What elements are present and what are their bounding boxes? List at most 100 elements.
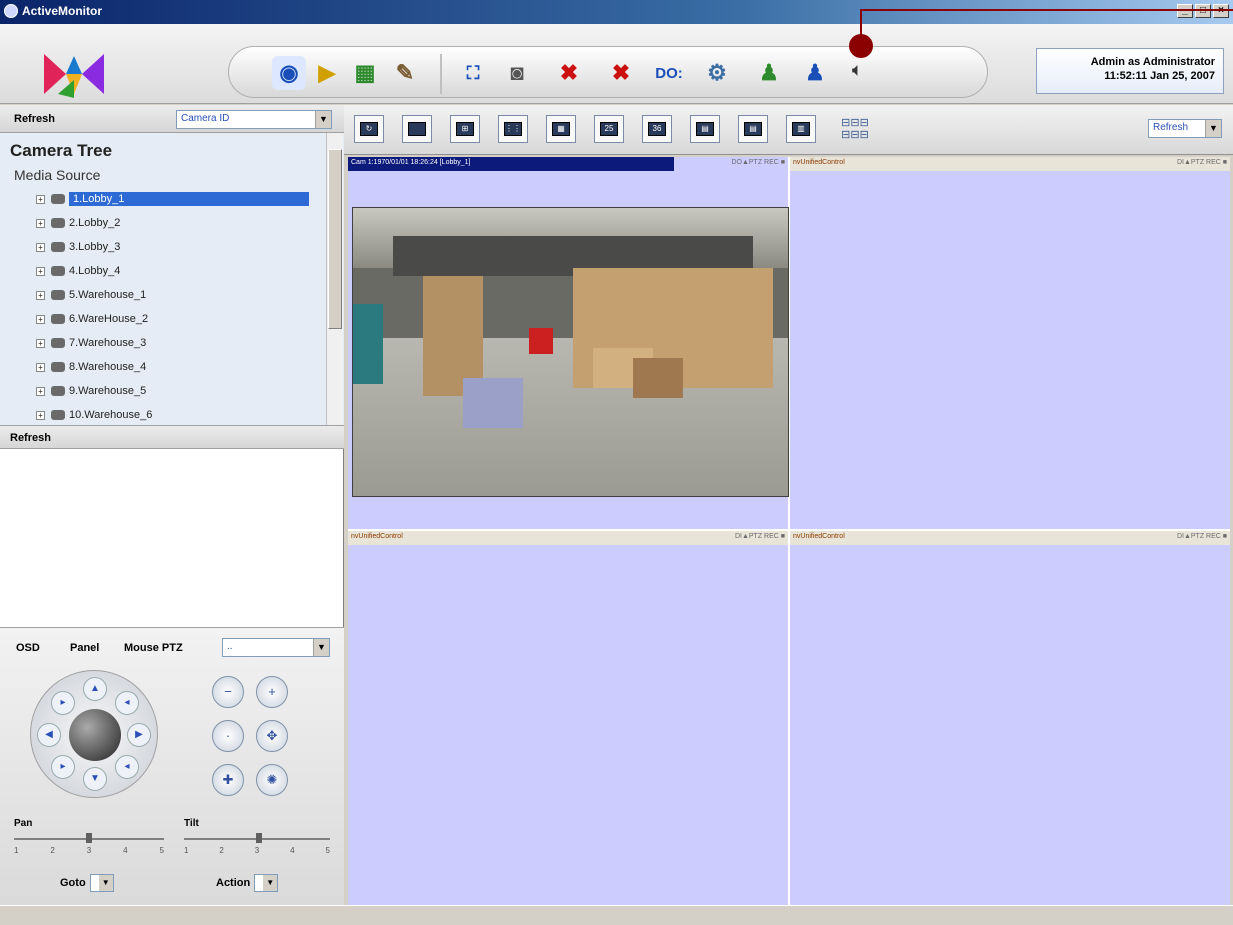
expand-icon[interactable]: +	[36, 242, 45, 252]
user-settings-icon[interactable]: ♟	[798, 56, 832, 90]
digital-output-icon[interactable]: DO:	[652, 56, 686, 90]
layout-4-button[interactable]: ⊞	[450, 115, 480, 143]
playback-icon[interactable]: ▶	[310, 56, 344, 90]
cell-status-icons[interactable]: DI▲PTZ REC ■	[1177, 159, 1227, 166]
ptz-refresh-bar: Refresh	[0, 425, 344, 449]
speaker-icon[interactable]: 🔈︎	[840, 54, 874, 88]
video-cell[interactable]: Cam 1:1970/01/01 18:26:24 [Lobby_1] DO▲P…	[348, 157, 789, 529]
ptz-refresh-button[interactable]: Refresh	[10, 432, 51, 444]
layout-9-button[interactable]: ⋮⋮	[498, 115, 528, 143]
tilt-slider-knob[interactable]	[256, 833, 262, 843]
tab-osd[interactable]: OSD	[16, 642, 40, 654]
pan-slider-knob[interactable]	[86, 833, 92, 843]
expand-icon[interactable]: +	[36, 362, 45, 372]
chevron-down-icon: ▼	[98, 875, 113, 891]
tick-label: 4	[123, 846, 128, 855]
expand-icon[interactable]: +	[36, 338, 45, 348]
ptz-up-right-button[interactable]: ◂	[115, 691, 139, 715]
zoom-out-icon[interactable]: −	[212, 676, 244, 708]
minimize-button[interactable]: _	[1177, 4, 1193, 18]
tree-item-camera[interactable]: +3.Lobby_3	[36, 237, 120, 257]
rotate-layout-button[interactable]: ↻	[354, 115, 384, 143]
layout-13-button[interactable]: ▥	[786, 115, 816, 143]
video-refresh-select[interactable]: Refresh ▼	[1148, 119, 1222, 138]
ptz-dpad[interactable]: ▲ ▼ ◀ ▶ ▸ ◂ ▸ ◂	[30, 670, 158, 798]
zoom-in-icon[interactable]: +	[256, 676, 288, 708]
disconnect-icon[interactable]: ✖	[552, 56, 586, 90]
tree-item-camera[interactable]: +2.Lobby_2	[36, 213, 120, 233]
settings-icon[interactable]: ⚙	[700, 56, 734, 90]
expand-icon[interactable]: +	[36, 386, 45, 396]
tree-scrollbar[interactable]	[326, 133, 343, 425]
expand-icon[interactable]: +	[36, 266, 45, 276]
tab-panel[interactable]: Panel	[70, 642, 99, 654]
layout-1-button[interactable]	[402, 115, 432, 143]
tree-item-camera[interactable]: +5.Warehouse_1	[36, 285, 146, 305]
ptz-joystick[interactable]	[69, 709, 121, 761]
disconnect-all-icon[interactable]: ✖	[604, 56, 638, 90]
expand-icon[interactable]: +	[36, 194, 45, 204]
layout-25-label: 25	[600, 122, 618, 136]
camera-id-value: Camera ID	[181, 113, 230, 124]
snapshot-icon[interactable]: ◙	[500, 56, 534, 90]
layout-16-button[interactable]: ▦	[546, 115, 576, 143]
expand-icon[interactable]: +	[36, 314, 45, 324]
video-cell[interactable]: nvUnifiedControl DI▲PTZ REC ■	[348, 531, 788, 905]
tab-mouse-ptz[interactable]: Mouse PTZ	[124, 642, 183, 654]
camera-id-select[interactable]: Camera ID ▼	[176, 110, 332, 129]
ptz-up-left-button[interactable]: ▸	[51, 691, 75, 715]
user-icon[interactable]: ♟	[752, 56, 786, 90]
tree-item-camera[interactable]: +8.Warehouse_4	[36, 357, 146, 377]
ptz-select[interactable]: .. ▼	[222, 638, 330, 657]
logo-icon	[44, 54, 104, 98]
tree-item-camera[interactable]: +4.Lobby_4	[36, 261, 120, 281]
expand-icon[interactable]: +	[36, 290, 45, 300]
focus-near-icon[interactable]: ·	[212, 720, 244, 752]
goto-select[interactable]: ▼	[89, 874, 114, 892]
cell-status-icons[interactable]: DI▲PTZ REC ■	[1177, 533, 1227, 540]
tree-item-camera[interactable]: +6.WareHouse_2	[36, 309, 148, 329]
tick-label: 3	[254, 846, 260, 855]
ptz-up-button[interactable]: ▲	[83, 677, 107, 701]
tilt-ticks: 1 2 3 4 5	[184, 846, 330, 855]
ptz-select-value: ..	[227, 641, 233, 652]
tree-item-camera[interactable]: +9.Warehouse_5	[36, 381, 146, 401]
ptz-down-button[interactable]: ▼	[83, 767, 107, 791]
close-button[interactable]: ×	[1213, 4, 1229, 18]
layout-more-button[interactable]: ⊟⊟⊟ ⊟⊟⊟	[840, 115, 870, 143]
ptz-left-button[interactable]: ◀	[37, 723, 61, 747]
layout-6-icon: ▤	[696, 122, 714, 136]
layout-36-button[interactable]: 36	[642, 115, 672, 143]
cell-status-icons[interactable]: DI▲PTZ REC ■	[735, 533, 785, 540]
ptz-down-right-button[interactable]: ◂	[115, 755, 139, 779]
live-view-icon[interactable]: ◉	[272, 56, 306, 90]
pan-label: Pan	[14, 818, 33, 829]
scrollbar-thumb[interactable]	[328, 149, 342, 329]
tick-label: 2	[50, 846, 55, 855]
layout-6-button[interactable]: ▤	[690, 115, 720, 143]
map-icon[interactable]: ▦	[348, 56, 382, 90]
video-cell[interactable]: nvUnifiedControl DI▲PTZ REC ■	[790, 531, 1230, 905]
expand-icon[interactable]: +	[36, 218, 45, 228]
fullscreen-icon[interactable]: ⛶	[456, 56, 490, 90]
ptz-down-left-button[interactable]: ▸	[51, 755, 75, 779]
maximize-button[interactable]: □	[1195, 4, 1211, 18]
tree-item-media-source[interactable]: Media Source	[14, 167, 100, 183]
focus-far-icon[interactable]: ✥	[256, 720, 288, 752]
iris-open-icon[interactable]: ✺	[256, 764, 288, 796]
cell-status-icons[interactable]: DO▲PTZ REC ■	[731, 159, 785, 166]
action-select[interactable]: ▼	[254, 874, 279, 892]
tree-refresh-button[interactable]: Refresh	[14, 113, 55, 125]
tree-item-camera[interactable]: +10.Warehouse_6	[36, 405, 152, 425]
tree-item-camera[interactable]: +7.Warehouse_3	[36, 333, 146, 353]
tree-item-camera[interactable]: +1.Lobby_1	[36, 189, 309, 209]
expand-icon[interactable]: +	[36, 410, 45, 420]
video-cell[interactable]: nvUnifiedControl DI▲PTZ REC ■	[790, 157, 1230, 529]
layout-8-button[interactable]: ▤	[738, 115, 768, 143]
camera-icon	[51, 290, 65, 300]
iris-close-icon[interactable]: ✚	[212, 764, 244, 796]
cell-title: Cam 1:1970/01/01 18:26:24 [Lobby_1]	[348, 157, 674, 171]
ptz-right-button[interactable]: ▶	[127, 723, 151, 747]
layout-25-button[interactable]: 25	[594, 115, 624, 143]
tools-icon[interactable]: ✎	[388, 56, 422, 90]
